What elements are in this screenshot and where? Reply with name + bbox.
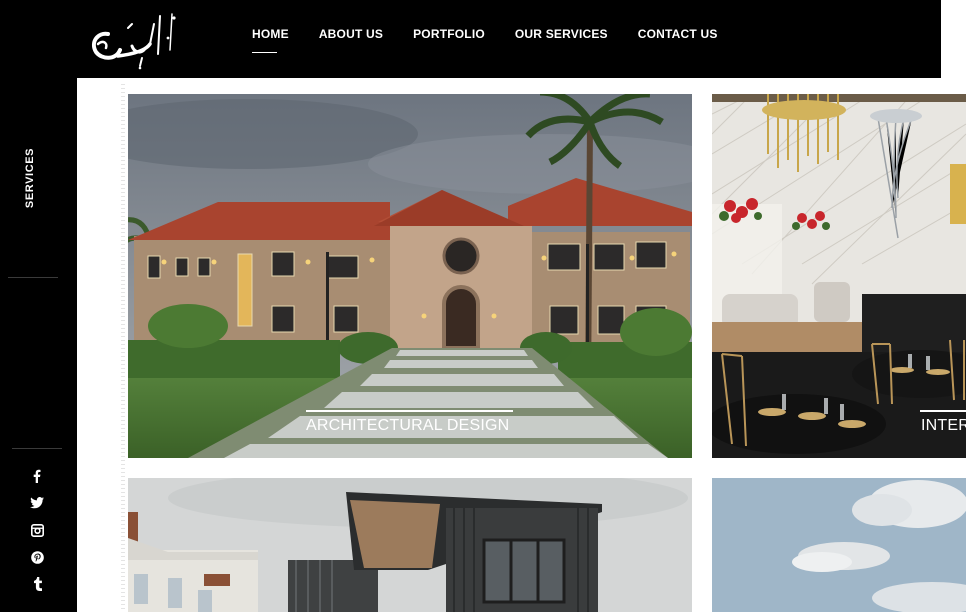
pinterest-icon[interactable] — [26, 549, 48, 565]
tile-landscape[interactable] — [712, 478, 966, 612]
caption-accent-line — [306, 410, 513, 412]
nav-contact-us[interactable]: CONTACT US — [638, 27, 718, 41]
twitter-icon[interactable] — [26, 495, 48, 511]
scroll-ruler — [121, 84, 125, 612]
instagram-icon[interactable] — [26, 522, 48, 538]
main-nav: HOME ABOUT US PORTFOLIO OUR SERVICES CON… — [252, 27, 748, 53]
tumblr-icon[interactable] — [26, 576, 48, 592]
modern-house-render-image — [128, 478, 692, 612]
tile-architectural-design[interactable]: ARCHITECTURAL DESIGN — [128, 94, 692, 458]
nav-portfolio[interactable]: PORTFOLIO — [413, 27, 485, 41]
site-header: HOME ABOUT US PORTFOLIO OUR SERVICES CON… — [0, 0, 941, 78]
facebook-icon[interactable] — [26, 468, 48, 484]
ballroom-render-image — [712, 94, 966, 458]
nav-our-services[interactable]: OUR SERVICES — [515, 27, 608, 41]
site-logo[interactable] — [84, 10, 180, 72]
tile-interior-design[interactable]: INTER — [712, 94, 966, 458]
villa-render-image — [128, 94, 692, 458]
sidebar-divider — [12, 448, 62, 449]
sidebar-services-label[interactable]: SERVICES — [24, 148, 36, 208]
sky-render-image — [712, 478, 966, 612]
tile-caption: ARCHITECTURAL DESIGN — [306, 417, 510, 434]
caption-accent-line — [920, 410, 966, 412]
tile-modern-house[interactable] — [128, 478, 692, 612]
left-sidebar: SERVICES — [0, 0, 77, 612]
sidebar-divider — [8, 277, 58, 278]
nav-about-us[interactable]: ABOUT US — [319, 27, 383, 41]
tile-caption: INTER — [921, 417, 966, 434]
nav-home[interactable]: HOME — [252, 27, 289, 53]
